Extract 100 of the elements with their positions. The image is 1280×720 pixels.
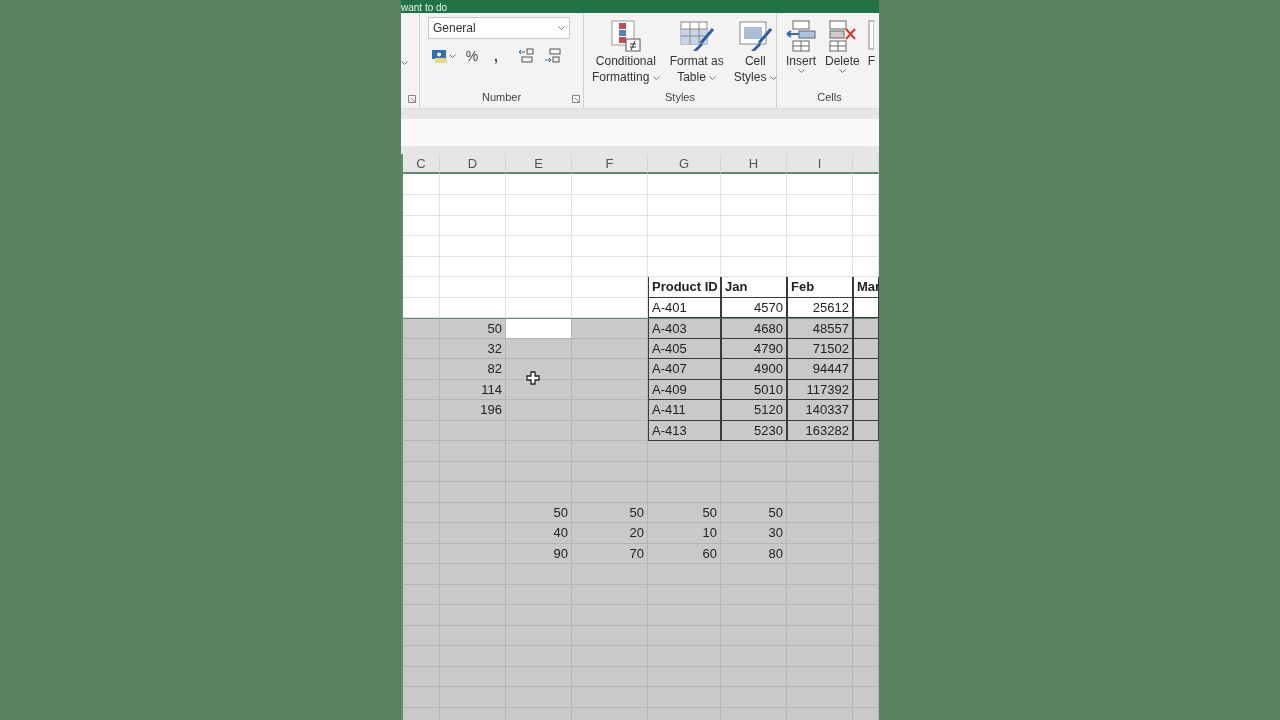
cell-styles-button[interactable]: Cell Styles bbox=[729, 19, 781, 85]
cell[interactable] bbox=[853, 625, 879, 646]
cell[interactable]: A-409 bbox=[648, 379, 721, 400]
cell[interactable] bbox=[403, 564, 440, 585]
cell[interactable] bbox=[506, 359, 572, 380]
cell[interactable]: 196 bbox=[440, 400, 506, 421]
cell[interactable] bbox=[853, 687, 879, 708]
cell[interactable]: 48557 bbox=[787, 318, 853, 339]
cell[interactable] bbox=[403, 318, 440, 339]
cell[interactable]: 114 bbox=[440, 379, 506, 400]
cell[interactable] bbox=[787, 441, 853, 462]
cell[interactable]: 50 bbox=[721, 502, 787, 523]
cell[interactable] bbox=[853, 338, 879, 359]
cell[interactable] bbox=[853, 482, 879, 503]
percent-button[interactable]: % bbox=[461, 45, 483, 67]
cell[interactable] bbox=[853, 666, 879, 687]
cell[interactable] bbox=[403, 482, 440, 503]
cell[interactable]: 20 bbox=[572, 523, 648, 544]
number-format-dropdown[interactable]: General bbox=[428, 17, 570, 39]
column-header[interactable] bbox=[853, 154, 879, 174]
cell[interactable] bbox=[572, 379, 648, 400]
cell[interactable] bbox=[721, 441, 787, 462]
cell[interactable]: 140337 bbox=[787, 400, 853, 421]
column-header[interactable]: F bbox=[572, 154, 648, 174]
cell[interactable]: 90 bbox=[506, 543, 572, 564]
cell[interactable] bbox=[853, 461, 879, 482]
cell[interactable]: 163282 bbox=[787, 420, 853, 441]
cell[interactable] bbox=[853, 564, 879, 585]
column-header[interactable]: D bbox=[440, 154, 506, 174]
cell[interactable]: 5230 bbox=[721, 420, 787, 441]
cell[interactable] bbox=[403, 502, 440, 523]
cell[interactable]: 4570 bbox=[721, 297, 787, 318]
cell[interactable]: 117392 bbox=[787, 379, 853, 400]
cell[interactable] bbox=[403, 543, 440, 564]
column-header[interactable]: C bbox=[403, 154, 440, 174]
format-button[interactable]: F bbox=[863, 19, 879, 69]
cell[interactable] bbox=[403, 441, 440, 462]
cell[interactable]: A-407 bbox=[648, 359, 721, 380]
cell[interactable]: A-401 bbox=[648, 297, 721, 318]
cell[interactable] bbox=[403, 605, 440, 626]
cell[interactable] bbox=[572, 338, 648, 359]
cell[interactable] bbox=[853, 605, 879, 626]
cell[interactable]: 4790 bbox=[721, 338, 787, 359]
cell[interactable] bbox=[403, 666, 440, 687]
cell[interactable]: 40 bbox=[506, 523, 572, 544]
cell[interactable]: 4680 bbox=[721, 318, 787, 339]
column-header[interactable]: H bbox=[721, 154, 787, 174]
cell[interactable] bbox=[403, 461, 440, 482]
cell[interactable]: 70 bbox=[572, 543, 648, 564]
cell[interactable] bbox=[403, 584, 440, 605]
cell[interactable]: 50 bbox=[648, 502, 721, 523]
table-button[interactable]: Format as Table bbox=[665, 19, 728, 85]
cell[interactable] bbox=[648, 441, 721, 462]
cell[interactable]: 25612 bbox=[787, 297, 853, 318]
cell[interactable] bbox=[572, 420, 648, 441]
conditional-button[interactable]: Conditional Formatting bbox=[588, 19, 664, 85]
cell[interactable]: Product ID bbox=[648, 277, 721, 298]
cell[interactable] bbox=[853, 400, 879, 421]
cell[interactable]: 10 bbox=[648, 523, 721, 544]
cell[interactable]: 5120 bbox=[721, 400, 787, 421]
dialog-launcher-icon[interactable] bbox=[572, 95, 580, 103]
cell[interactable]: 32 bbox=[440, 338, 506, 359]
cell[interactable]: 50 bbox=[506, 502, 572, 523]
cell[interactable] bbox=[853, 543, 879, 564]
cell[interactable] bbox=[853, 379, 879, 400]
column-header[interactable]: E bbox=[506, 154, 572, 174]
cell[interactable] bbox=[853, 359, 879, 380]
cell[interactable] bbox=[403, 523, 440, 544]
cell[interactable] bbox=[853, 584, 879, 605]
column-header[interactable]: I bbox=[787, 154, 853, 174]
cell[interactable] bbox=[853, 297, 879, 318]
cell[interactable]: 60 bbox=[648, 543, 721, 564]
cell[interactable] bbox=[572, 441, 648, 462]
cell[interactable] bbox=[853, 420, 879, 441]
cell[interactable] bbox=[403, 400, 440, 421]
cell[interactable] bbox=[506, 338, 572, 359]
cell[interactable] bbox=[853, 502, 879, 523]
cell[interactable]: A-405 bbox=[648, 338, 721, 359]
cell[interactable]: 71502 bbox=[787, 338, 853, 359]
cell[interactable]: 50 bbox=[572, 502, 648, 523]
delete-button[interactable]: Delete bbox=[821, 19, 864, 74]
cell[interactable] bbox=[403, 379, 440, 400]
cell[interactable]: 30 bbox=[721, 523, 787, 544]
cell[interactable] bbox=[403, 687, 440, 708]
cell[interactable]: 5010 bbox=[721, 379, 787, 400]
cell[interactable]: 80 bbox=[721, 543, 787, 564]
cell[interactable] bbox=[403, 359, 440, 380]
cell[interactable] bbox=[853, 441, 879, 462]
cell[interactable]: Feb bbox=[787, 277, 853, 298]
cell[interactable]: A-411 bbox=[648, 400, 721, 421]
active-cell[interactable] bbox=[506, 318, 572, 339]
column-header[interactable]: G bbox=[648, 154, 721, 174]
cell[interactable] bbox=[853, 523, 879, 544]
cell[interactable] bbox=[853, 646, 879, 667]
cell[interactable]: 82 bbox=[440, 359, 506, 380]
cell[interactable] bbox=[403, 646, 440, 667]
cell[interactable]: 50 bbox=[440, 318, 506, 339]
cell[interactable] bbox=[403, 338, 440, 359]
dialog-launcher-icon[interactable] bbox=[408, 95, 416, 103]
cell[interactable]: A-413 bbox=[648, 420, 721, 441]
